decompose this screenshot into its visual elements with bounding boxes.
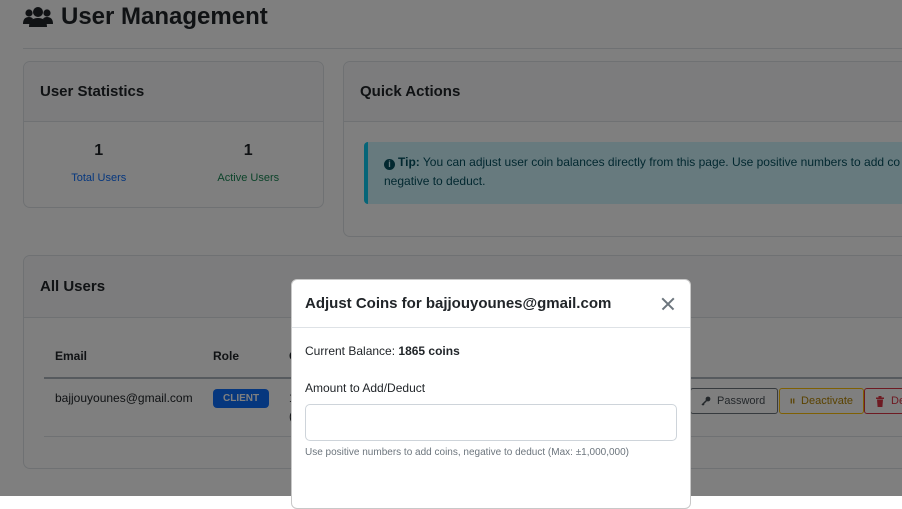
modal-title: Adjust Coins for bajjouyounes@gmail.com bbox=[305, 295, 612, 312]
modal-header: Adjust Coins for bajjouyounes@gmail.com bbox=[292, 280, 690, 328]
amount-label: Amount to Add/Deduct bbox=[305, 381, 426, 395]
amount-input[interactable] bbox=[305, 404, 677, 441]
page: User Management User Statistics 1 Total … bbox=[0, 0, 902, 509]
amount-help-text: Use positive numbers to add coins, negat… bbox=[305, 447, 630, 458]
close-icon[interactable] bbox=[659, 295, 677, 313]
current-balance-label: Current Balance: bbox=[305, 344, 396, 358]
current-balance-value: 1865 coins bbox=[398, 344, 460, 358]
modal-body: Current Balance: 1865 coins Amount to Ad… bbox=[292, 328, 690, 474]
current-balance: Current Balance: 1865 coins bbox=[305, 344, 677, 358]
adjust-coins-modal: Adjust Coins for bajjouyounes@gmail.com … bbox=[291, 279, 691, 509]
